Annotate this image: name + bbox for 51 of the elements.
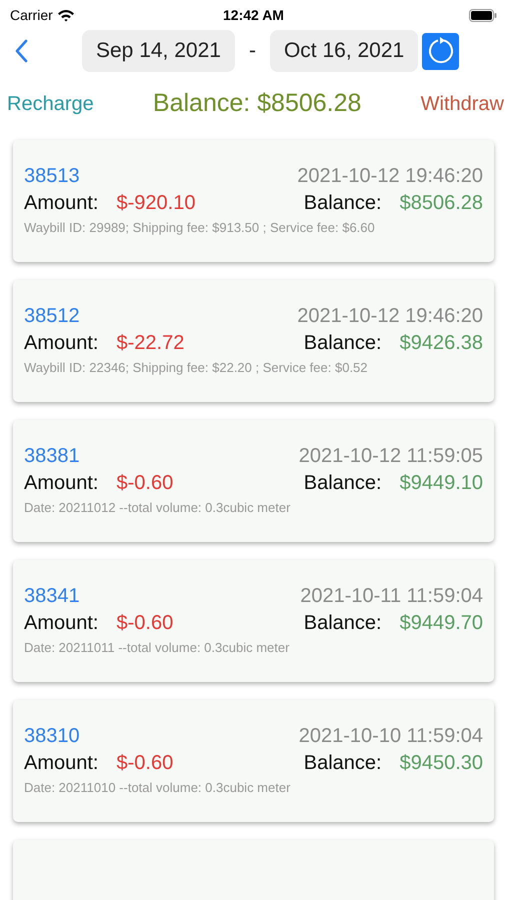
balance-label: Balance: xyxy=(304,611,382,636)
transaction-card[interactable]: 38512 2021-10-12 19:46:20 Amount: $-22.72 Balance: $9426.38 Waybill ID: 22346; Shipping fee: $22.20 ; Service fee: $0.52 xyxy=(13,280,494,402)
transaction-card[interactable]: 38310 2021-10-10 11:59:04 Amount: $-0.60 Balance: $9450.30 Date: 20211010 --total volume: 0.3cubic meter xyxy=(13,700,494,822)
refresh-button[interactable] xyxy=(422,32,460,70)
battery-icon xyxy=(468,9,497,22)
transaction-time: 2021-10-10 11:59:04 xyxy=(298,724,483,749)
balance-label: Balance: xyxy=(304,331,382,356)
amount-value: $-920.10 xyxy=(116,191,196,216)
transaction-card[interactable]: 38341 2021-10-11 11:59:04 Amount: $-0.60 Balance: $9449.70 Date: 20211011 --total volume: 0.3cubic meter xyxy=(13,560,494,682)
transaction-card[interactable]: 38513 2021-10-12 19:46:20 Amount: $-920.10 Balance: $8506.28 Waybill ID: 29989; Shipping fee: $913.50 ; Service fee: $6.60 xyxy=(13,140,494,262)
end-date-button[interactable]: Oct 16, 2021 xyxy=(270,30,418,72)
transaction-time: 2021-10-11 11:59:04 xyxy=(300,584,483,609)
transaction-note: Waybill ID: 29989; Shipping fee: $913.50 ; Service fee: $6.60 xyxy=(24,219,376,237)
transaction-id: 38513 xyxy=(24,164,80,189)
transaction-id: 38381 xyxy=(24,444,80,469)
date-separator: - xyxy=(248,38,256,64)
total-balance: Balance: $8506.28 xyxy=(152,88,362,120)
transaction-card[interactable]: 38381 2021-10-12 11:59:05 Amount: $-0.60 Balance: $9449.10 Date: 20211012 --total volume: 0.3cubic meter xyxy=(13,420,494,542)
balance-value: $9426.38 xyxy=(400,331,483,356)
carrier-label: Carrier xyxy=(10,6,53,25)
amount-label: Amount: xyxy=(24,331,98,356)
transaction-id: 38341 xyxy=(24,584,80,609)
balance-label: Balance: xyxy=(304,751,382,776)
transaction-note: Date: 20211011 --total volume: 0.3cubic meter xyxy=(24,639,290,657)
amount-value: $-0.60 xyxy=(116,611,174,636)
transaction-note: Date: 20211012 --total volume: 0.3cubic meter xyxy=(24,499,292,517)
wifi-icon xyxy=(56,9,75,22)
transaction-time: 2021-10-12 11:59:05 xyxy=(298,444,483,469)
start-date-button[interactable]: Sep 14, 2021 xyxy=(82,30,235,72)
transaction-time: 2021-10-12 19:46:20 xyxy=(297,164,483,189)
transaction-id: 38512 xyxy=(24,304,80,329)
balance-label: Balance: xyxy=(304,471,382,496)
amount-label: Amount: xyxy=(24,191,98,216)
transaction-note: Waybill ID: 22346; Shipping fee: $22.20 ; Service fee: $0.52 xyxy=(24,359,369,377)
clock-time: 12:42 AM xyxy=(223,6,284,25)
amount-label: Amount: xyxy=(24,751,98,776)
balance-value: $9449.70 xyxy=(400,611,483,636)
amount-value: $-0.60 xyxy=(116,751,174,776)
amount-value: $-0.60 xyxy=(116,471,174,496)
balance-value: $9449.10 xyxy=(400,471,483,496)
balance-value: $9450.30 xyxy=(400,751,483,776)
balance-label: Balance: xyxy=(304,191,382,216)
amount-label: Amount: xyxy=(24,471,98,496)
withdraw-link[interactable]: Withdraw xyxy=(420,89,504,119)
amount-label: Amount: xyxy=(24,611,98,636)
balance-value: $8506.28 xyxy=(400,191,483,216)
transaction-time: 2021-10-12 19:46:20 xyxy=(297,304,483,329)
amount-value: $-22.72 xyxy=(116,331,184,356)
transaction-note: Date: 20211010 --total volume: 0.3cubic meter xyxy=(24,779,292,797)
transaction-id: 38310 xyxy=(24,724,80,749)
back-chevron-icon xyxy=(14,39,28,63)
